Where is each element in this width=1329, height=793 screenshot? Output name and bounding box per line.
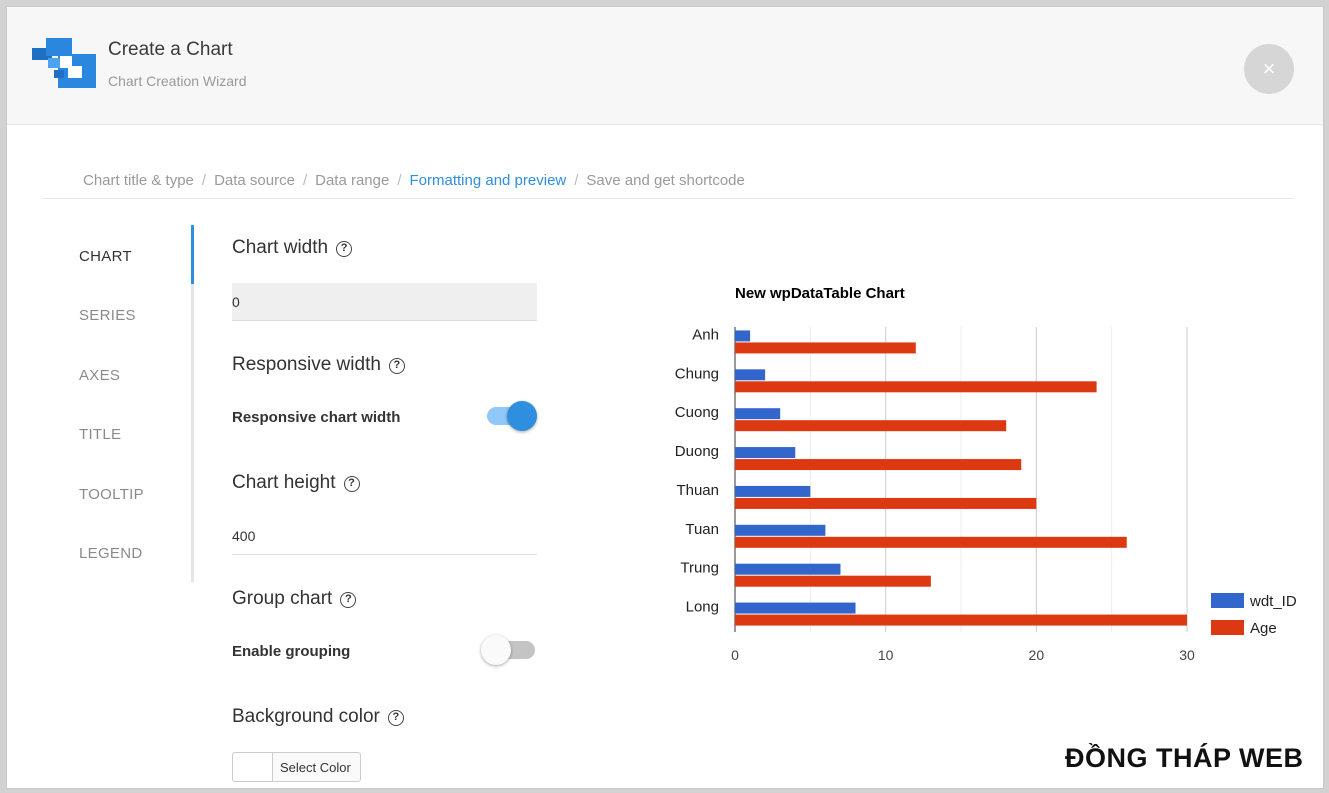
bar-wdt-id (735, 330, 751, 342)
bar-wdt-id (735, 369, 766, 381)
breadcrumb-step-data-source[interactable]: Data source (214, 172, 295, 189)
background-color-heading: Background color? (232, 706, 404, 728)
select-color-label: Select Color (280, 760, 351, 775)
bar-wdt-id (735, 447, 796, 459)
category-label: Thuan (676, 482, 719, 499)
breadcrumb-separator: / (397, 172, 402, 189)
category-label: Cuong (675, 404, 719, 421)
chart-preview: New wpDataTable Chart Anh Chung Cuong Duong T… (675, 285, 1297, 663)
group-chart-toggle-label: Enable grouping (232, 643, 351, 660)
breadcrumb-separator: / (302, 172, 308, 189)
group-chart-title: Group chart (232, 588, 333, 609)
help-icon[interactable]: ? (336, 241, 353, 257)
chart-height-title: Chart height (232, 472, 336, 493)
background-color-title: Background color (232, 706, 380, 727)
bar-wdt-id (735, 563, 841, 575)
responsive-width-toggle[interactable] (485, 400, 537, 431)
chart-title: New wpDataTable Chart (735, 285, 905, 302)
x-tick-label: 0 (731, 647, 739, 663)
wizard-window: Create a Chart Chart Creation Wizard × C… (6, 6, 1324, 789)
chart-height-heading: Chart height? (232, 472, 360, 494)
help-icon[interactable]: ? (387, 710, 404, 726)
legend-swatch (1211, 620, 1244, 635)
category-label: Anh (692, 326, 719, 343)
help-icon[interactable]: ? (388, 358, 405, 374)
breadcrumb-step-save[interactable]: Save and get shortcode (586, 172, 744, 189)
category-label: Duong (675, 443, 719, 460)
breadcrumb-step-formatting[interactable]: Formatting and preview (410, 172, 567, 189)
bar-age (735, 420, 1007, 432)
sidebar-item-chart[interactable]: CHART (79, 248, 132, 265)
help-icon[interactable]: ? (340, 592, 357, 608)
bar-wdt-id (735, 485, 811, 497)
close-button[interactable]: × (1244, 44, 1294, 94)
bar-age (735, 614, 1187, 626)
bar-age (735, 342, 916, 354)
category-label: Long (686, 599, 719, 616)
breadcrumb-step-data-range[interactable]: Data range (315, 172, 389, 189)
sidebar-item-axes[interactable]: AXES (79, 367, 120, 384)
sidebar-item-legend[interactable]: LEGEND (79, 545, 143, 562)
responsive-width-heading: Responsive width? (232, 354, 405, 376)
breadcrumb-separator: / (574, 172, 579, 189)
app-logo (32, 38, 96, 88)
color-swatch (233, 753, 273, 781)
bar-age (735, 381, 1097, 393)
bar-age (735, 459, 1022, 471)
chart-width-title: Chart width (232, 237, 329, 258)
close-icon: × (1262, 56, 1276, 81)
x-tick-label: 30 (1179, 647, 1195, 663)
category-label: Tuan (685, 521, 719, 538)
legend-label: wdt_ID (1249, 593, 1297, 610)
app-subtitle: Chart Creation Wizard (108, 73, 247, 89)
breadcrumb-separator: / (201, 172, 207, 189)
breadcrumb: Chart title & type / Data source / Data rang… (42, 172, 1294, 199)
chart-width-heading: Chart width? (232, 237, 353, 259)
bar-age (735, 497, 1037, 509)
app-title: Create a Chart (108, 39, 233, 60)
toggle-knob (507, 401, 537, 431)
watermark-logo: ĐỒNG THÁP WEB (1065, 743, 1304, 773)
category-label: Chung (675, 365, 719, 382)
bar-wdt-id (735, 524, 826, 536)
sidebar-item-tooltip[interactable]: TOOLTIP (79, 486, 144, 503)
bar-wdt-id (735, 408, 781, 420)
select-color-button[interactable]: Select Color (232, 752, 361, 782)
help-icon[interactable]: ? (343, 476, 360, 492)
legend-label: Age (1250, 620, 1277, 637)
sidebar-item-series[interactable]: SERIES (79, 307, 136, 324)
bar-wdt-id (735, 602, 856, 614)
sidebar-item-title[interactable]: TITLE (79, 426, 121, 443)
breadcrumb-step-title-type[interactable]: Chart title & type (83, 172, 194, 189)
category-label: Trung (680, 560, 719, 577)
toggle-knob (481, 635, 511, 665)
x-tick-label: 10 (878, 647, 894, 663)
responsive-width-title: Responsive width (232, 354, 381, 375)
sidebar-active-indicator (191, 225, 194, 284)
bar-age (735, 575, 931, 587)
settings-sidebar: CHART SERIES AXES TITLE TOOLTIP LEGEND (79, 225, 194, 582)
x-tick-label: 20 (1029, 647, 1045, 663)
responsive-width-toggle-label: Responsive chart width (232, 409, 401, 426)
chart-width-input[interactable]: 0 (232, 283, 537, 321)
wizard-header: Create a Chart Chart Creation Wizard × (7, 7, 1323, 125)
bar-age (735, 536, 1127, 548)
group-chart-toggle[interactable] (481, 634, 537, 665)
group-chart-heading: Group chart? (232, 588, 357, 610)
legend-swatch (1211, 593, 1244, 608)
chart-height-input[interactable]: 400 (232, 517, 537, 555)
